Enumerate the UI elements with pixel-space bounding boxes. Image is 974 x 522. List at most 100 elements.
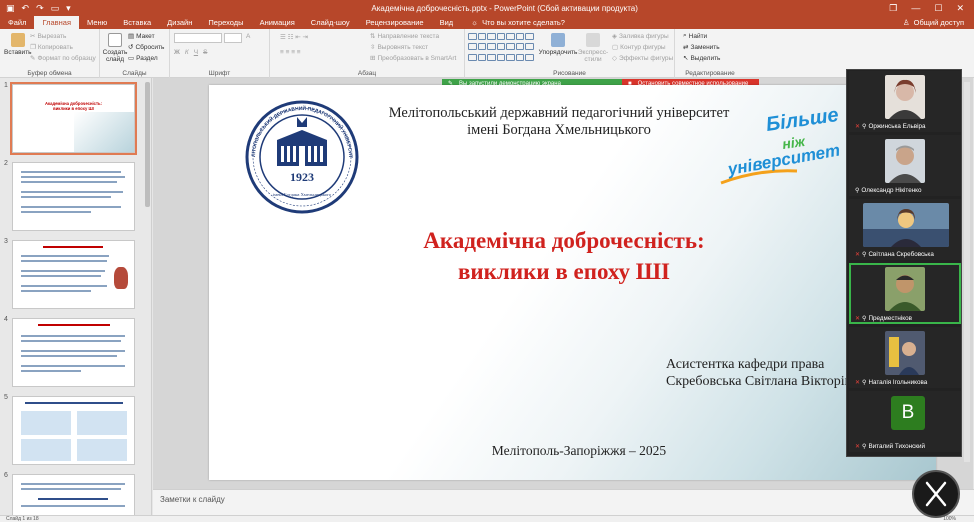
thumbnail-slide-3[interactable]: 3 — [0, 234, 150, 309]
customize-icon[interactable]: ▾ — [66, 3, 71, 14]
shape-item[interactable] — [477, 33, 487, 40]
tab-transitions[interactable]: Переходы — [200, 16, 251, 29]
participant-tile[interactable]: ⚲ Олександр Нікітенко — [849, 135, 961, 196]
find-button[interactable]: ⌕ Найти — [683, 32, 707, 40]
bold-button[interactable]: Ж — [174, 49, 180, 56]
shape-item[interactable] — [515, 53, 525, 61]
participant-photo — [885, 139, 925, 183]
section-button[interactable]: ▭ Раздел — [128, 54, 158, 63]
shape-item[interactable] — [496, 43, 506, 51]
shape-item[interactable] — [468, 43, 477, 51]
tab-insert[interactable]: Вставка — [115, 16, 159, 29]
shape-item[interactable] — [506, 53, 515, 61]
thumbnail-slide-4[interactable]: 4 — [0, 312, 150, 387]
shape-outline-button[interactable]: ▢ Контур фигуры — [612, 43, 666, 52]
shape-item[interactable] — [477, 43, 487, 51]
shape-item[interactable] — [525, 33, 534, 40]
grow-font-button[interactable]: A — [246, 33, 250, 40]
format-painter-button[interactable]: ✎ Формат по образцу — [30, 54, 96, 63]
participant-tile[interactable]: ✕ ⚲ Світлана Скребовська — [849, 199, 961, 260]
align-buttons[interactable]: ≡ ≡ ≡ ≡ — [280, 49, 301, 56]
shape-item[interactable] — [506, 43, 515, 51]
shapes-gallery[interactable] — [468, 33, 534, 63]
tab-slideshow[interactable]: Слайд-шоу — [303, 16, 358, 29]
thumbnail-slide-5[interactable]: 5 — [0, 390, 150, 465]
right-scrollbar[interactable] — [964, 82, 970, 462]
shape-item[interactable] — [477, 53, 487, 61]
text-direction-button[interactable]: ⇅ Направление текста — [370, 32, 439, 41]
smartart-button[interactable]: ⊞ Преобразовать в SmartArt — [370, 54, 456, 63]
strike-button[interactable]: S — [203, 49, 207, 56]
thumbnail-slide-2[interactable]: 2 — [0, 156, 150, 231]
shape-item[interactable] — [496, 53, 506, 61]
redo-icon[interactable]: ↷ — [36, 3, 44, 14]
thumbnail-slide-1[interactable]: 1 Академічна доброчесність: виклики в епо… — [0, 78, 150, 155]
participant-tile[interactable]: В ✕ ⚲ Виталий Тихонский — [849, 391, 961, 452]
thumbnail-image[interactable] — [12, 162, 135, 231]
underline-button[interactable]: Ч — [194, 49, 198, 56]
tab-animation[interactable]: Анимация — [252, 16, 303, 29]
shape-item[interactable] — [525, 53, 534, 61]
save-icon[interactable]: ▣ — [6, 3, 15, 14]
shape-item[interactable] — [468, 53, 477, 61]
tab-menu[interactable]: Меню — [79, 16, 115, 29]
shape-item[interactable] — [496, 33, 506, 40]
font-name-select[interactable] — [174, 33, 222, 43]
participant-tile[interactable]: ✕ ⚲ Наталія Ігольникова — [849, 327, 961, 388]
layout-button[interactable]: ▤ Макет — [128, 32, 155, 41]
mic-muted-icon: ✕ — [855, 380, 861, 386]
tab-file[interactable]: Файл — [0, 16, 34, 29]
tab-review[interactable]: Рецензирование — [358, 16, 432, 29]
shape-item[interactable] — [515, 33, 525, 40]
select-button[interactable]: ↖ Выделить — [683, 54, 720, 63]
ribbon: Вставить ✂ Вырезать ❐ Копировать ✎ Формат п… — [0, 29, 974, 78]
notes-pane[interactable]: Заметки к слайду — [153, 489, 974, 515]
thumbnail-image[interactable] — [12, 396, 135, 465]
arrange-button[interactable]: Упорядочить — [539, 33, 577, 56]
minimize-button[interactable]: — — [911, 3, 920, 14]
shape-item[interactable] — [487, 53, 496, 61]
undo-icon[interactable]: ↶ — [22, 3, 30, 14]
shape-effects-button[interactable]: ◇ Эффекты фигуры — [612, 54, 673, 63]
participant-tile-active[interactable]: ✕ ⚲ Предместніков — [849, 263, 961, 324]
cut-button[interactable]: ✂ Вырезать — [30, 32, 66, 41]
shape-fill-button[interactable]: ◈ Заливка фигуры — [612, 32, 669, 41]
tab-view[interactable]: Вид — [432, 16, 462, 29]
tab-design[interactable]: Дизайн — [159, 16, 200, 29]
shape-item[interactable] — [487, 33, 496, 40]
participant-tile[interactable]: ✕ ⚲ Оржинська Ельвіра — [849, 71, 961, 132]
tab-home[interactable]: Главная — [34, 16, 79, 29]
presenter-tool-logo[interactable] — [912, 470, 960, 518]
thumbnail-image[interactable] — [12, 318, 135, 387]
thumbnail-image[interactable]: Академічна доброчесність: виклики в епоху… — [10, 82, 137, 155]
paste-button[interactable]: Вставить — [4, 33, 32, 56]
shape-item[interactable] — [468, 33, 477, 40]
align-text-button[interactable]: ⇳ Выровнять текст — [370, 43, 428, 52]
maximize-button[interactable]: ☐ — [934, 3, 942, 14]
share-button[interactable]: ♙ Общий доступ — [893, 16, 974, 29]
thumbnail-text-line — [21, 270, 105, 272]
smartart-icon: ⊞ — [370, 55, 376, 62]
current-slide[interactable]: 1923 МЕЛІТОПОЛЬСЬКИЙ ДЕРЖАВНИЙ ПЕДАГОГІЧ… — [209, 85, 936, 480]
shape-item[interactable] — [506, 33, 515, 40]
reset-button[interactable]: ↺ Сбросить — [128, 43, 164, 52]
shape-item[interactable] — [487, 43, 496, 51]
replace-button[interactable]: ⇄ Заменить — [683, 43, 720, 52]
list-buttons[interactable]: ☰ ☷ ⇤ ⇥ — [280, 33, 308, 41]
copy-button[interactable]: ❐ Копировать — [30, 43, 73, 52]
thumbnail-image[interactable] — [12, 474, 135, 515]
shape-item[interactable] — [515, 43, 525, 51]
thumbnails-scrollbar[interactable] — [145, 82, 150, 207]
thumbnail-slide-6[interactable]: 6 — [0, 468, 150, 515]
zoom-level[interactable]: 100% — [943, 516, 956, 522]
close-button[interactable]: ✕ — [956, 3, 964, 14]
ribbon-display-icon[interactable]: ❐ — [889, 3, 897, 14]
quick-styles-button[interactable]: Экспресс-стили — [578, 33, 608, 63]
present-icon[interactable]: ▭ — [51, 3, 60, 14]
italic-button[interactable]: К — [185, 49, 189, 56]
new-slide-button[interactable]: Создать слайд — [103, 33, 127, 63]
tell-me-search[interactable]: ☼ Что вы хотите сделать? — [461, 16, 575, 29]
shape-item[interactable] — [525, 43, 534, 51]
font-size-select[interactable] — [224, 33, 242, 43]
thumbnail-image[interactable] — [12, 240, 135, 309]
